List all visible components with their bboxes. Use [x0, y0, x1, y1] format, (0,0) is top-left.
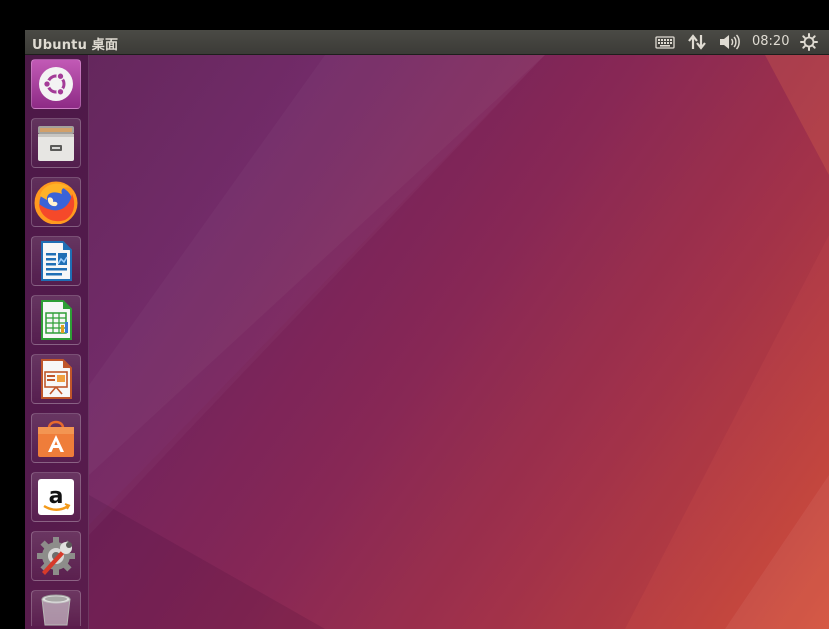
trash-icon	[41, 594, 71, 625]
launcher-libreoffice-impress[interactable]	[31, 354, 81, 404]
amazon-icon: a	[38, 479, 74, 515]
ubuntu-logo-icon	[39, 67, 73, 101]
top-panel: Ubuntu 桌面 08:20	[25, 30, 829, 55]
keyboard-indicator[interactable]	[655, 33, 675, 51]
power-indicator[interactable]	[800, 33, 818, 51]
launcher-amazon[interactable]: a	[31, 472, 81, 522]
writer-document-icon	[41, 241, 72, 281]
network-indicator[interactable]	[687, 33, 707, 51]
network-icon	[688, 34, 706, 50]
launcher-files[interactable]	[31, 118, 81, 168]
keyboard-icon	[655, 36, 675, 49]
impress-presentation-icon	[41, 359, 72, 399]
wallpaper-facets	[89, 55, 829, 629]
launcher-ubuntu-software[interactable]	[31, 413, 81, 463]
clock[interactable]: 08:20	[752, 34, 789, 49]
launcher: a	[25, 55, 89, 629]
launcher-libreoffice-calc[interactable]	[31, 295, 81, 345]
desktop-wallpaper[interactable]	[25, 55, 829, 629]
panel-title[interactable]: Ubuntu 桌面	[32, 34, 118, 53]
calc-spreadsheet-icon	[41, 300, 72, 340]
svg-text:a: a	[49, 484, 64, 509]
launcher-system-settings[interactable]	[31, 531, 81, 581]
software-bag-icon	[38, 420, 74, 457]
power-icon	[800, 33, 818, 51]
firefox-icon	[34, 181, 78, 224]
volume-indicator[interactable]	[718, 33, 740, 51]
file-cabinet-icon	[38, 126, 74, 161]
volume-icon	[720, 34, 740, 50]
screen: a Ubuntu 桌面 08:20	[25, 30, 829, 629]
settings-gear-wrench-icon	[37, 537, 75, 575]
launcher-dash-home[interactable]	[31, 59, 81, 109]
launcher-trash[interactable]	[31, 590, 81, 626]
launcher-firefox[interactable]	[31, 177, 81, 227]
launcher-libreoffice-writer[interactable]	[31, 236, 81, 286]
